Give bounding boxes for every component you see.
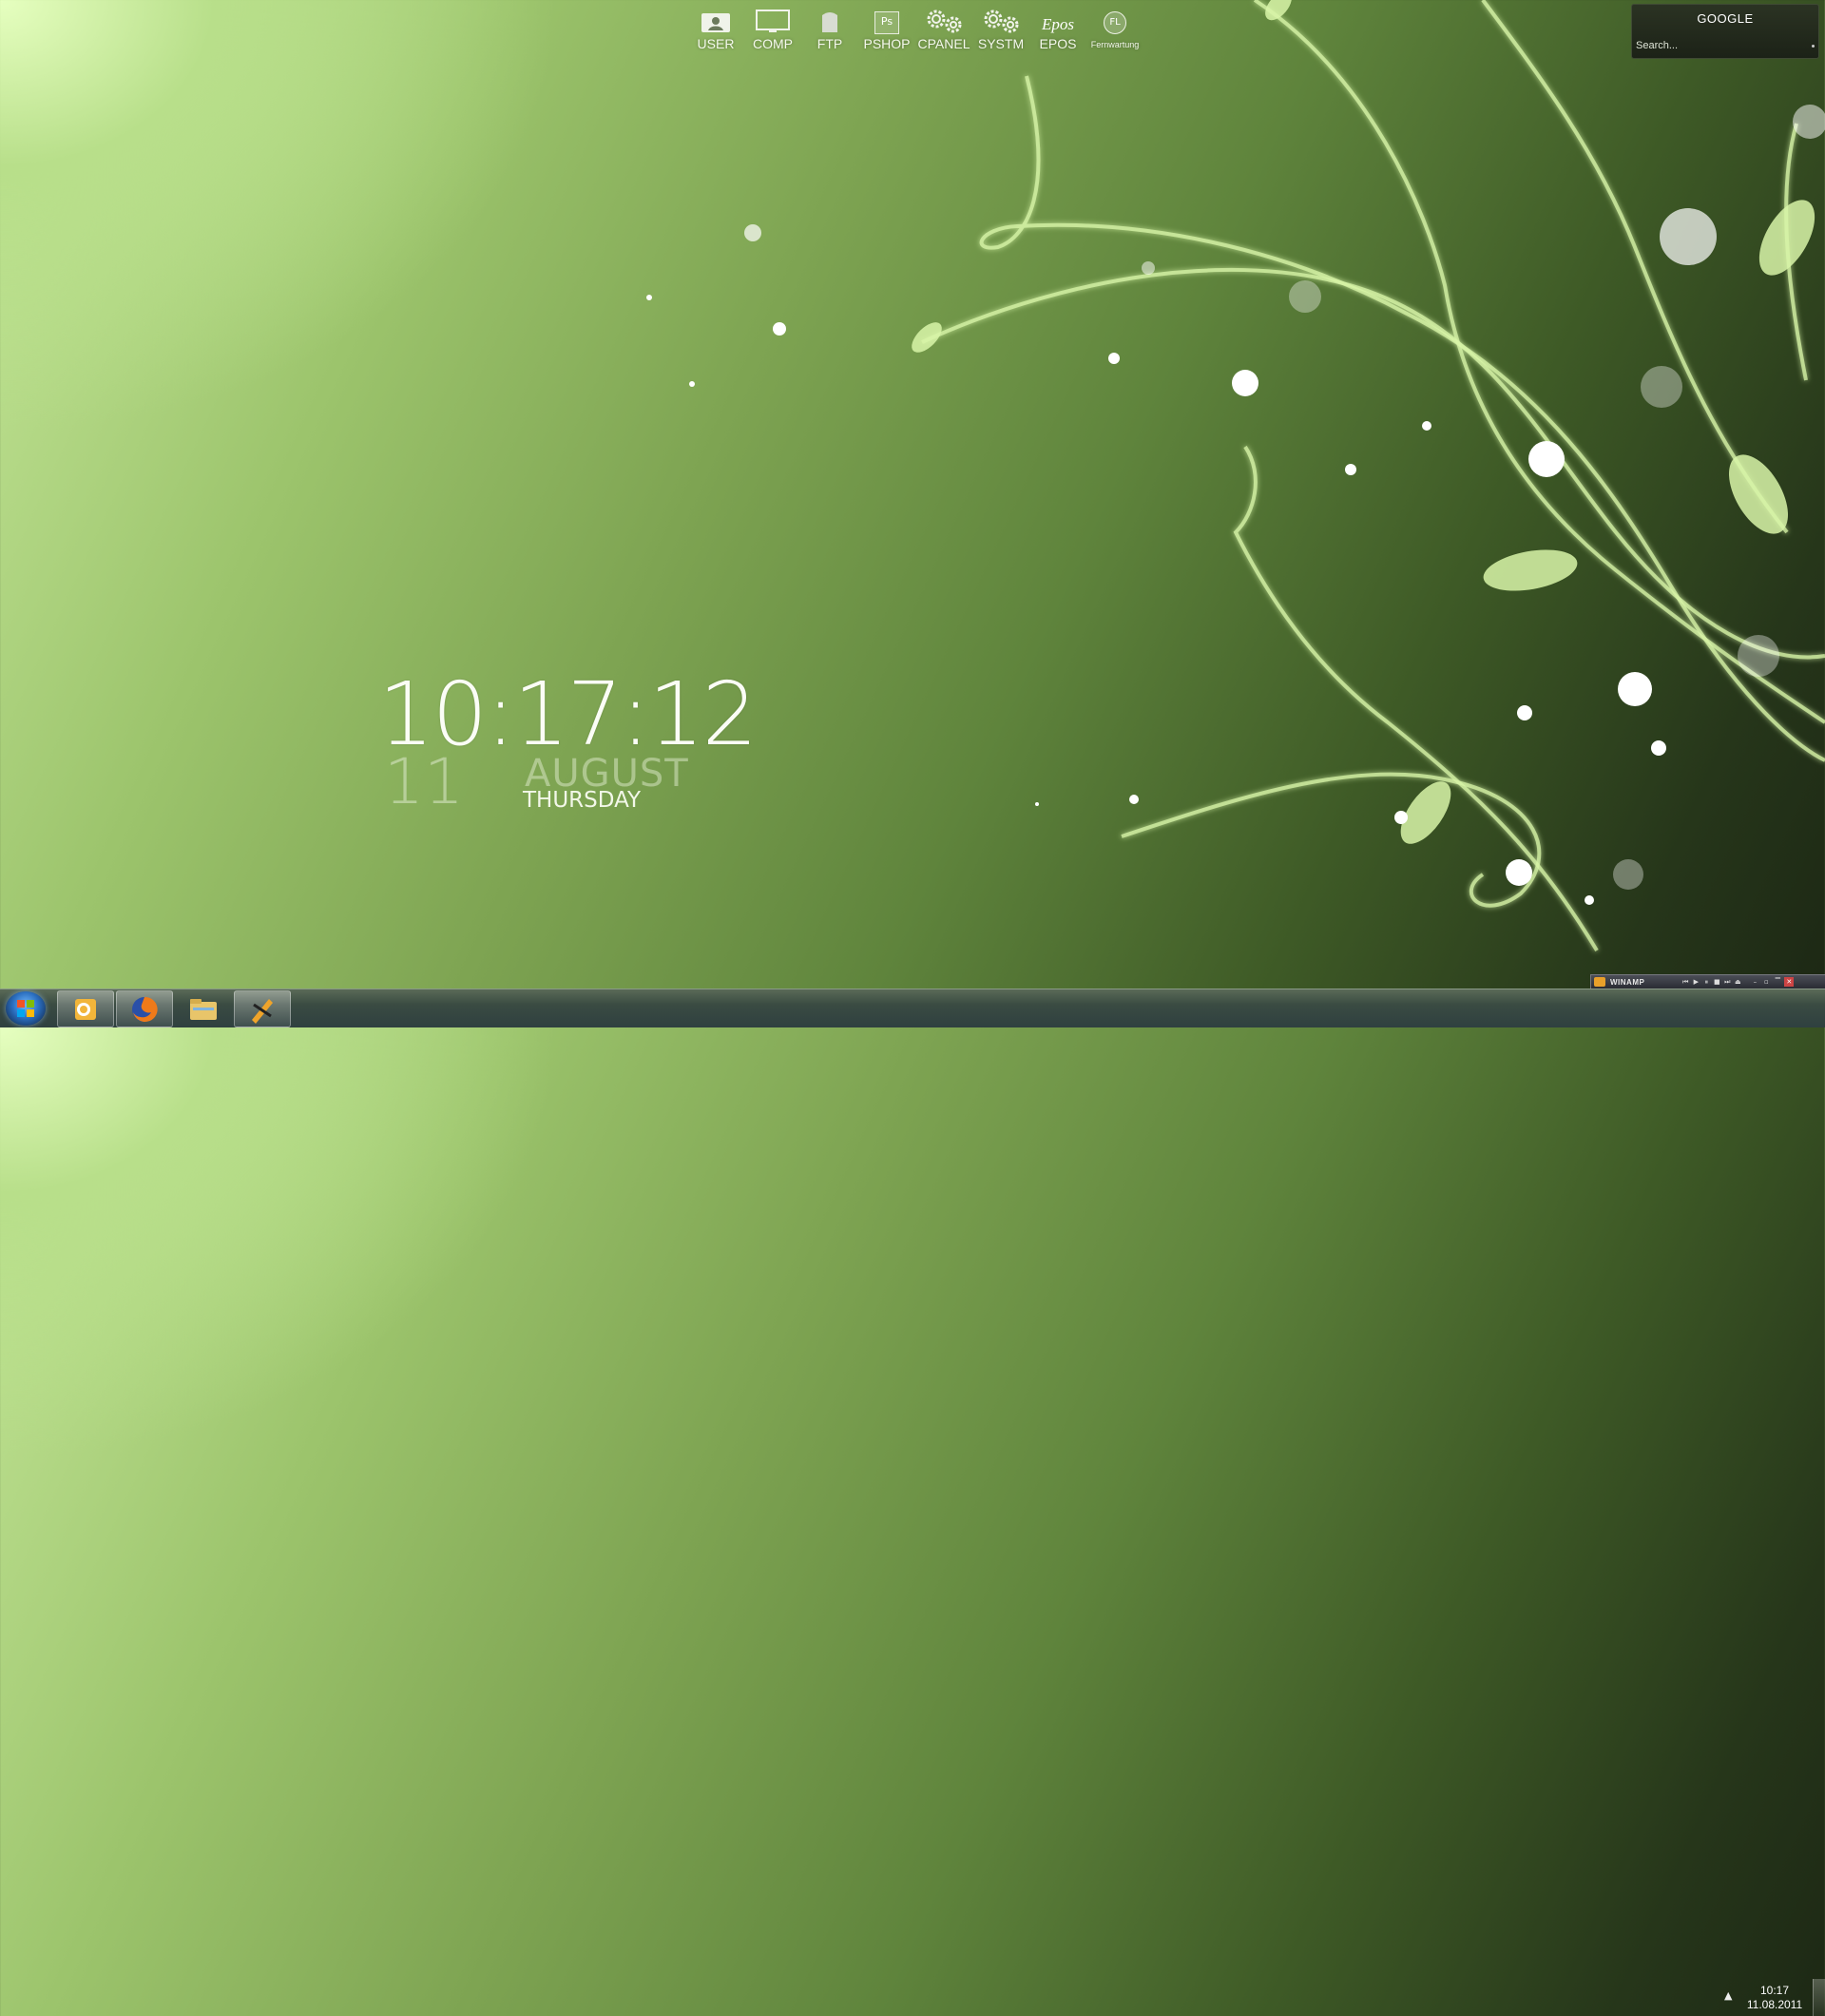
clock-month: AUGUST (525, 752, 689, 796)
search-go-icon[interactable] (1812, 45, 1815, 48)
taskbar: ▲ 10:17 11.08.2011 (0, 989, 1825, 2016)
app-launcher-bar: USER COMP FTP Ps PSHOP CPANEL SYSTM Epos (687, 8, 1143, 51)
play-icon[interactable]: ▶ (1691, 977, 1700, 987)
eject-icon[interactable]: ⏏ (1733, 977, 1742, 987)
monitor-icon (756, 10, 790, 32)
tray-time: 10:17 (1759, 1984, 1790, 1997)
next-icon[interactable]: ⏭ (1722, 977, 1732, 987)
restore-icon[interactable]: ▫ (1761, 977, 1771, 987)
launcher-label: FTP (816, 36, 843, 51)
taskbar-explorer[interactable] (175, 990, 232, 1027)
launcher-comp[interactable]: COMP (744, 8, 801, 51)
tray-date: 11.08.2011 (1746, 1998, 1803, 2011)
windows-logo-icon (17, 1000, 34, 1017)
firefox-icon (132, 996, 158, 1022)
show-hidden-icons-button[interactable]: ▲ (1724, 1989, 1732, 2002)
outlook-icon (75, 998, 96, 1020)
launcher-label: USER (697, 36, 735, 51)
folder-icon (190, 998, 217, 1020)
photoshop-icon: Ps (874, 11, 899, 34)
minimize-icon[interactable]: – (1750, 977, 1759, 987)
stop-icon[interactable]: ■ (1712, 977, 1721, 987)
launcher-cpanel[interactable]: CPANEL (915, 8, 972, 51)
epos-icon: Epos (1042, 15, 1074, 33)
winamp-logo-icon (1594, 977, 1605, 987)
clock-weekday: THURSDAY (523, 788, 642, 813)
launcher-user[interactable]: USER (687, 8, 744, 51)
launcher-fernwartung[interactable]: FL Fernwartung (1086, 8, 1143, 51)
launcher-label: PSHOP (863, 36, 911, 51)
ftp-icon (822, 12, 837, 32)
winamp-title: WINAMP (1610, 977, 1645, 987)
gears-icon (984, 10, 1019, 33)
user-icon (701, 13, 730, 32)
winamp-icon (252, 998, 273, 1024)
gadget-title: GOOGLE (1697, 11, 1754, 26)
taskbar-outlook[interactable] (57, 990, 114, 1027)
launcher-label: EPOS (1039, 36, 1077, 51)
winamp-window-controls: – ▫ ▔ ✕ (1750, 977, 1795, 987)
tray-clock[interactable]: 10:17 11.08.2011 (1739, 1984, 1810, 2012)
launcher-epos[interactable]: Epos EPOS (1029, 8, 1086, 51)
shade-icon[interactable]: ▔ (1773, 977, 1782, 987)
previous-icon[interactable]: ⏮ (1681, 977, 1690, 987)
launcher-label: Fernwartung (1090, 40, 1140, 49)
gears-icon (927, 10, 962, 33)
pause-icon[interactable]: ⏸ (1701, 977, 1711, 987)
search-input[interactable] (1636, 37, 1813, 54)
close-icon[interactable]: ✕ (1784, 977, 1795, 987)
launcher-systm[interactable]: SYSTM (972, 8, 1029, 51)
winamp-controls: ⏮ ▶ ⏸ ■ ⏭ ⏏ (1681, 977, 1742, 987)
show-desktop-button[interactable] (1813, 1979, 1825, 2016)
taskbar-firefox[interactable] (116, 990, 173, 1027)
launcher-pshop[interactable]: Ps PSHOP (858, 8, 915, 51)
winamp-player-bar[interactable]: WINAMP ⏮ ▶ ⏸ ■ ⏭ ⏏ – ▫ ▔ ✕ (1590, 974, 1825, 989)
remote-icon: FL (1104, 11, 1126, 34)
start-button[interactable] (6, 991, 46, 1026)
google-search-gadget: GOOGLE (1631, 4, 1819, 59)
clock-day: 11 (384, 745, 464, 818)
taskbar-winamp[interactable] (234, 990, 291, 1027)
launcher-ftp[interactable]: FTP (801, 8, 858, 51)
launcher-label: SYSTM (977, 36, 1025, 51)
launcher-label: CPANEL (917, 36, 970, 51)
launcher-label: COMP (753, 36, 793, 51)
desktop-wallpaper (646, 0, 1825, 952)
